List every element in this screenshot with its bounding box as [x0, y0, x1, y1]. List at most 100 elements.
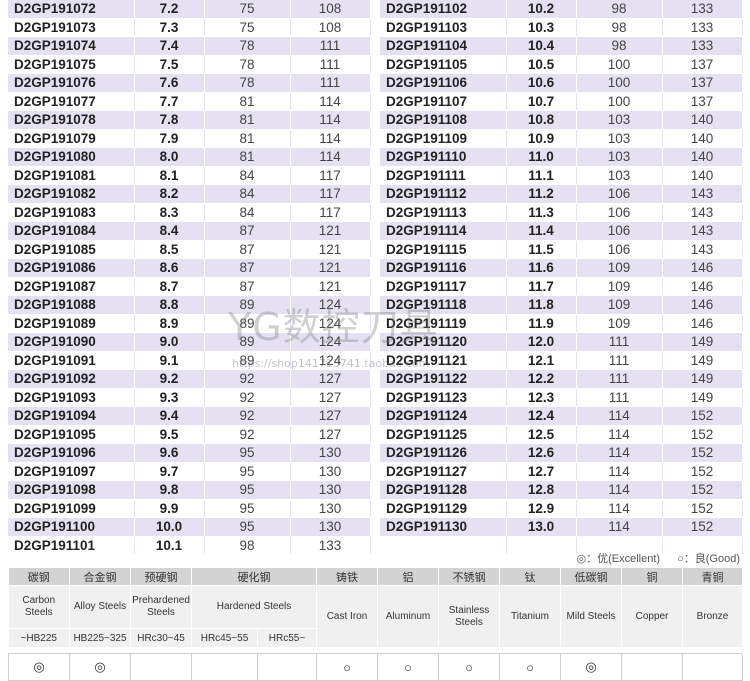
- length-b-cell: 140: [662, 147, 743, 167]
- length-a-cell: 98: [576, 0, 663, 19]
- part-number-cell: D2GP191105: [380, 55, 507, 74]
- diameter-cell: 8.2: [134, 184, 205, 204]
- part-number-cell: D2GP191088: [8, 295, 135, 315]
- table-row: D2GP191116 11.6 109 146: [380, 258, 743, 278]
- mark-hardened-55: [257, 653, 317, 681]
- length-a-cell: 114: [576, 443, 663, 463]
- material-en-cast-iron: Cast Iron: [316, 585, 378, 647]
- length-a-cell: 109: [576, 277, 663, 296]
- length-b-cell: 133: [662, 0, 743, 19]
- table-row: D2GP191108 10.8 103 140: [380, 110, 743, 130]
- length-a-cell: 81: [204, 110, 291, 130]
- part-number-cell: D2GP191106: [380, 73, 507, 93]
- table-row: D2GP191122 12.2 111 149: [380, 369, 743, 389]
- length-a-cell: 75: [204, 18, 291, 37]
- length-a-cell: 111: [576, 388, 663, 407]
- length-a-cell: 92: [204, 369, 291, 389]
- diameter-cell: 8.0: [134, 147, 205, 167]
- material-en-prehardened: Prehardened Steels: [130, 585, 192, 629]
- length-b-cell: 146: [662, 277, 743, 296]
- length-b-cell: 133: [290, 536, 371, 555]
- part-number-cell: D2GP191114: [380, 221, 507, 241]
- table-row: D2GP191102 10.2 98 133: [380, 0, 743, 19]
- length-a-cell: 103: [576, 147, 663, 167]
- length-b-cell: 149: [662, 351, 743, 370]
- length-a-cell: 111: [576, 369, 663, 389]
- part-number-cell: D2GP191112: [380, 184, 507, 204]
- table-row: D2GP191130 13.0 114 152: [380, 517, 743, 537]
- length-a-cell: 109: [576, 314, 663, 333]
- watermark-title: YG数控刀具: [228, 305, 439, 349]
- part-number-cell: D2GP191076: [8, 73, 135, 93]
- diameter-cell: 8.8: [134, 295, 205, 315]
- diameter-cell: 11.7: [506, 277, 577, 296]
- length-b-cell: 152: [662, 425, 743, 444]
- length-b-cell: 127: [290, 406, 371, 426]
- length-b-cell: 146: [662, 314, 743, 333]
- length-a-cell: 87: [204, 277, 291, 296]
- diameter-cell: 9.4: [134, 406, 205, 426]
- diameter-cell: 9.7: [134, 462, 205, 481]
- size-table-right-body: D2GP191102 10.2 98 133 D2GP191103 10.3 98 133 D2…: [380, 0, 743, 555]
- mark-prehardened: [130, 653, 192, 681]
- material-en-stainless-label: Stainless Steels: [448, 604, 490, 628]
- hardness-carbon: ~HB225: [8, 628, 70, 647]
- diameter-cell: 12.5: [506, 425, 577, 444]
- diameter-cell: 10.6: [506, 73, 577, 93]
- length-a-cell: 92: [204, 406, 291, 426]
- length-a-cell: 87: [204, 258, 291, 278]
- length-b-cell: 133: [662, 36, 743, 56]
- legend-excellent: ◎：优(Excellent): [576, 553, 661, 565]
- diameter-cell: 7.2: [134, 0, 205, 19]
- table-row: D2GP191084 8.4 87 121: [8, 221, 371, 241]
- table-row: D2GP191103 10.3 98 133: [380, 18, 743, 37]
- table-row: D2GP191100 10.0 95 130: [8, 517, 371, 537]
- diameter-cell: 7.4: [134, 36, 205, 56]
- mark-alloy: ◎: [69, 653, 131, 681]
- length-b-cell: 121: [290, 277, 371, 296]
- length-b-cell: 152: [662, 462, 743, 481]
- diameter-cell: 11.5: [506, 240, 577, 259]
- length-a-cell: 75: [204, 0, 291, 19]
- length-a-cell: 98: [576, 36, 663, 56]
- table-row: D2GP191121 12.1 111 149: [380, 351, 743, 370]
- length-a-cell: 95: [204, 462, 291, 481]
- length-a-cell: 81: [204, 92, 291, 111]
- part-number-cell: D2GP191130: [380, 517, 507, 537]
- hardness-hardened-55: HRc55~: [257, 628, 317, 647]
- length-a-cell: 106: [576, 203, 663, 222]
- length-b-cell: 117: [290, 166, 371, 185]
- diameter-cell: 9.9: [134, 499, 205, 518]
- part-number-cell: D2GP191125: [380, 425, 507, 444]
- length-a-cell: 95: [204, 499, 291, 518]
- table-row: D2GP191127 12.7 114 152: [380, 462, 743, 481]
- material-en-prehardened-label: Prehardened Steels: [132, 595, 190, 618]
- part-number-cell: D2GP191077: [8, 92, 135, 111]
- watermark-url: https://shop141713741.taobao.com: [232, 357, 430, 370]
- material-zh-titanium: 钛: [499, 568, 561, 586]
- table-row: D2GP191083 8.3 84 117: [8, 203, 371, 222]
- length-a-cell: 78: [204, 36, 291, 56]
- diameter-cell: 8.3: [134, 203, 205, 222]
- length-b-cell: 149: [662, 388, 743, 407]
- table-row: D2GP191107 10.7 100 137: [380, 92, 743, 111]
- diameter-cell: 11.1: [506, 166, 577, 185]
- diameter-cell: 10.3: [506, 18, 577, 37]
- diameter-cell: 12.2: [506, 369, 577, 389]
- hardness-hardened-45-55: HRc45~55: [191, 628, 258, 647]
- length-a-cell: 111: [576, 351, 663, 370]
- length-a-cell: 92: [204, 388, 291, 407]
- length-a-cell: 78: [204, 73, 291, 93]
- length-b-cell: 114: [290, 129, 371, 148]
- length-a-cell: 111: [576, 332, 663, 352]
- length-a-cell: 98: [576, 18, 663, 37]
- table-row: D2GP191106 10.6 100 137: [380, 73, 743, 93]
- diameter-cell: 11.0: [506, 147, 577, 167]
- diameter-cell: 11.4: [506, 221, 577, 241]
- part-number-cell: D2GP191128: [380, 480, 507, 500]
- diameter-cell: 7.5: [134, 55, 205, 74]
- length-a-cell: 84: [204, 203, 291, 222]
- mark-carbon: ◎: [8, 653, 70, 681]
- diameter-cell: 10.0: [134, 517, 205, 537]
- diameter-cell: 9.5: [134, 425, 205, 444]
